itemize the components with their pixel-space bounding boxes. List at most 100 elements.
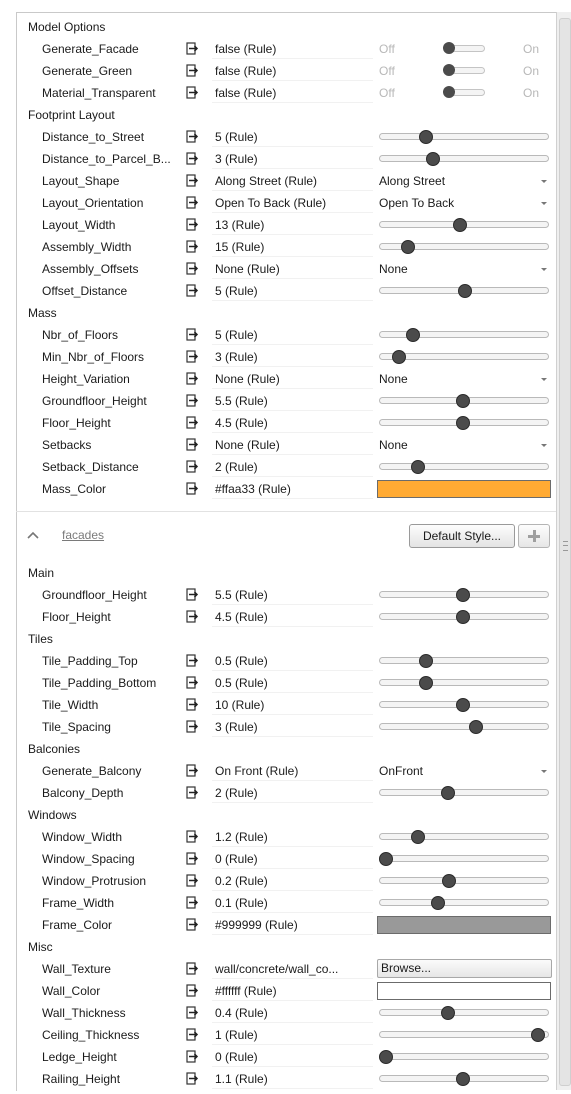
attribute-value-field[interactable]: 3 (Rule) <box>212 348 373 367</box>
value-slider[interactable] <box>377 236 551 258</box>
value-slider[interactable] <box>377 848 551 870</box>
rule-connection-icon[interactable] <box>186 416 200 429</box>
slider-track[interactable] <box>379 723 549 730</box>
browse-control[interactable]: Browse... <box>377 958 552 980</box>
value-slider[interactable] <box>377 870 551 892</box>
slider-knob[interactable] <box>440 1006 455 1020</box>
attribute-value-field[interactable]: 1.1 (Rule) <box>212 1070 373 1089</box>
value-slider[interactable] <box>377 1046 551 1068</box>
value-slider[interactable] <box>377 672 551 694</box>
value-slider[interactable] <box>377 716 551 738</box>
attribute-value-field[interactable]: Open To Back (Rule) <box>212 194 373 213</box>
rule-connection-icon[interactable] <box>186 588 200 601</box>
value-slider[interactable] <box>377 324 551 346</box>
slider-knob[interactable] <box>442 874 457 888</box>
attribute-value-field[interactable]: 5.5 (Rule) <box>212 586 373 605</box>
attribute-value-field[interactable]: 4.5 (Rule) <box>212 414 373 433</box>
value-dropdown[interactable]: Open To Back <box>377 192 551 214</box>
rule-connection-icon[interactable] <box>186 786 200 799</box>
value-slider[interactable] <box>377 280 551 302</box>
slider-knob[interactable] <box>453 218 468 232</box>
value-slider[interactable] <box>377 126 551 148</box>
rule-connection-icon[interactable] <box>186 460 200 473</box>
attribute-value-field[interactable]: 2 (Rule) <box>212 784 373 803</box>
rule-connection-icon[interactable] <box>186 174 200 187</box>
slider-knob[interactable] <box>469 720 484 734</box>
value-slider[interactable] <box>377 346 551 368</box>
value-slider[interactable] <box>377 782 551 804</box>
rule-connection-icon[interactable] <box>186 720 200 733</box>
rule-connection-icon[interactable] <box>186 240 200 253</box>
attribute-value-field[interactable]: 0.4 (Rule) <box>212 1004 373 1023</box>
attribute-value-field[interactable]: 5.5 (Rule) <box>212 392 373 411</box>
attribute-value-field[interactable]: None (Rule) <box>212 370 373 389</box>
slider-knob[interactable] <box>456 588 471 602</box>
attribute-value-field[interactable]: false (Rule) <box>212 62 373 81</box>
slider-track[interactable] <box>379 1053 549 1060</box>
value-slider[interactable] <box>377 606 551 628</box>
slider-knob[interactable] <box>391 350 406 364</box>
attribute-value-field[interactable]: 15 (Rule) <box>212 238 373 257</box>
value-slider[interactable] <box>377 826 551 848</box>
value-dropdown[interactable]: None <box>377 368 551 390</box>
value-slider[interactable] <box>377 892 551 914</box>
slider-knob[interactable] <box>418 676 433 690</box>
value-dropdown[interactable]: None <box>377 258 551 280</box>
rule-connection-icon[interactable] <box>186 130 200 143</box>
slider-knob[interactable] <box>458 284 472 298</box>
slider-knob[interactable] <box>456 394 471 408</box>
value-slider[interactable] <box>377 456 551 478</box>
attribute-value-field[interactable]: false (Rule) <box>212 84 373 103</box>
slider-knob[interactable] <box>379 1050 393 1064</box>
value-slider[interactable] <box>377 148 551 170</box>
slider-knob[interactable] <box>418 654 433 668</box>
rule-connection-icon[interactable] <box>186 1028 200 1041</box>
slider-knob[interactable] <box>456 416 471 430</box>
attribute-value-field[interactable]: On Front (Rule) <box>212 762 373 781</box>
value-slider[interactable] <box>377 584 551 606</box>
rule-connection-icon[interactable] <box>186 1006 200 1019</box>
rule-connection-icon[interactable] <box>186 64 200 77</box>
color-picker[interactable] <box>377 980 551 1002</box>
rule-connection-icon[interactable] <box>186 918 200 931</box>
color-picker[interactable] <box>377 478 551 500</box>
slider-knob[interactable] <box>426 152 441 166</box>
rule-connection-icon[interactable] <box>186 984 200 997</box>
value-slider[interactable] <box>377 694 551 716</box>
attribute-value-field[interactable]: 5 (Rule) <box>212 326 373 345</box>
value-slider[interactable] <box>377 1002 551 1024</box>
toggle-knob[interactable] <box>443 86 455 98</box>
attribute-value-field[interactable]: 0 (Rule) <box>212 1048 373 1067</box>
attribute-value-field[interactable]: 2 (Rule) <box>212 458 373 477</box>
slider-track[interactable] <box>379 855 549 862</box>
browse-button[interactable]: Browse... <box>377 959 552 978</box>
attribute-value-field[interactable]: 4.5 (Rule) <box>212 608 373 627</box>
scrollbar-thumb[interactable] <box>559 18 571 1086</box>
collapse-chevron-icon[interactable] <box>26 529 40 541</box>
attribute-value-field[interactable]: 5 (Rule) <box>212 128 373 147</box>
attribute-value-field[interactable]: false (Rule) <box>212 40 373 59</box>
attribute-value-field[interactable]: 3 (Rule) <box>212 150 373 169</box>
on-off-toggle[interactable]: Off On <box>377 38 551 60</box>
slider-knob[interactable] <box>410 460 425 474</box>
rule-connection-icon[interactable] <box>186 1072 200 1085</box>
rule-connection-icon[interactable] <box>186 764 200 777</box>
rule-connection-icon[interactable] <box>186 438 200 451</box>
toggle-knob[interactable] <box>443 42 455 54</box>
attribute-value-field[interactable]: 0.5 (Rule) <box>212 674 373 693</box>
slider-knob[interactable] <box>405 328 420 342</box>
slider-knob[interactable] <box>401 240 416 254</box>
attribute-value-field[interactable]: 5 (Rule) <box>212 282 373 301</box>
slider-track[interactable] <box>379 155 549 162</box>
rule-connection-icon[interactable] <box>186 152 200 165</box>
rule-connection-icon[interactable] <box>186 262 200 275</box>
attribute-value-field[interactable]: 0.5 (Rule) <box>212 652 373 671</box>
rule-connection-icon[interactable] <box>186 328 200 341</box>
slider-track[interactable] <box>379 1031 549 1038</box>
value-slider[interactable] <box>377 214 551 236</box>
attribute-value-field[interactable]: 10 (Rule) <box>212 696 373 715</box>
attribute-value-field[interactable]: wall/concrete/wall_co... <box>212 960 373 979</box>
rule-connection-icon[interactable] <box>186 962 200 975</box>
rule-connection-icon[interactable] <box>186 610 200 623</box>
rule-connection-icon[interactable] <box>186 896 200 909</box>
